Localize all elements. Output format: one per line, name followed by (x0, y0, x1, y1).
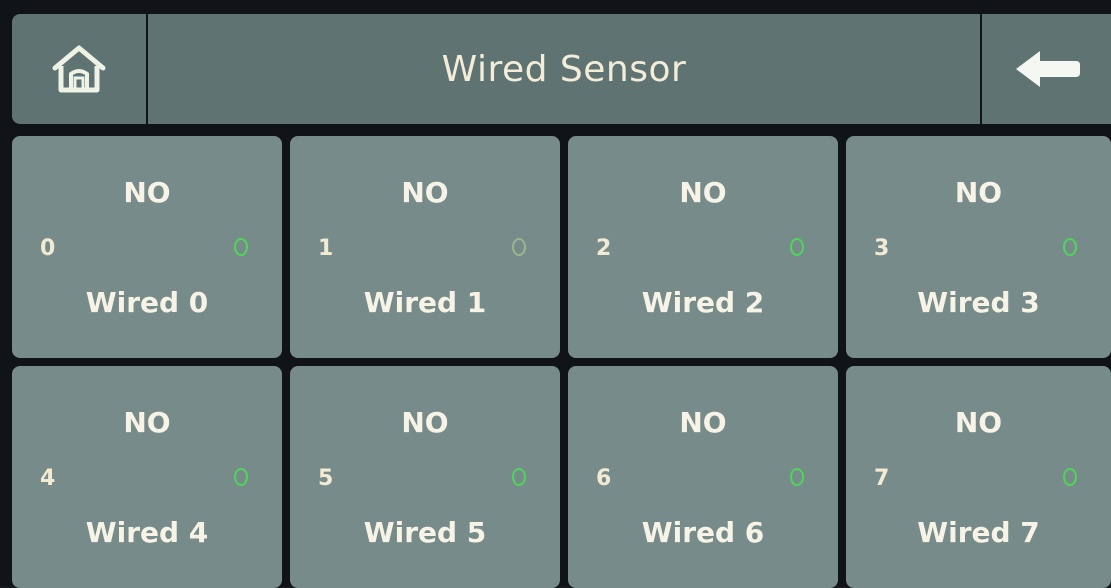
sensor-name: Wired 4 (85, 516, 209, 549)
sensor-tile-7[interactable]: NO 7 Wired 7 (846, 366, 1111, 588)
sensor-index: 0 (40, 236, 56, 261)
sensor-status: NO (123, 176, 171, 209)
sensor-index: 3 (874, 236, 890, 261)
status-indicator-icon (234, 238, 248, 256)
status-indicator-icon (790, 238, 804, 256)
sensor-tile-2[interactable]: NO 2 Wired 2 (568, 136, 838, 358)
sensor-name: Wired 2 (641, 286, 765, 319)
page-title: Wired Sensor (441, 48, 687, 90)
sensor-tile-0[interactable]: NO 0 Wired 0 (12, 136, 282, 358)
status-indicator-icon (512, 468, 526, 486)
sensor-index: 6 (596, 466, 612, 491)
sensor-name: Wired 6 (641, 516, 765, 549)
header-bar: Wired Sensor (12, 14, 1111, 124)
sensor-index: 5 (318, 466, 334, 491)
back-button[interactable] (982, 14, 1111, 124)
sensor-index: 7 (874, 466, 890, 491)
sensor-tile-3[interactable]: NO 3 Wired 3 (846, 136, 1111, 358)
sensor-index: 4 (40, 466, 56, 491)
sensor-name: Wired 3 (917, 286, 1040, 319)
sensor-status: NO (954, 176, 1003, 209)
sensor-grid: NO 0 Wired 0 NO 1 Wired 1 NO 2 Wired 2 N… (12, 136, 1111, 588)
sensor-tile-1[interactable]: NO 1 Wired 1 (290, 136, 560, 358)
sensor-status: NO (123, 406, 171, 439)
status-indicator-icon (512, 238, 526, 256)
status-indicator-icon (1063, 238, 1077, 256)
sensor-status: NO (954, 406, 1003, 439)
sensor-name: Wired 7 (917, 516, 1040, 549)
sensor-index: 1 (318, 236, 334, 261)
sensor-name: Wired 0 (85, 286, 209, 319)
sensor-index: 2 (596, 236, 612, 261)
sensor-status: NO (679, 406, 727, 439)
screen: Wired Sensor NO 0 Wired 0 NO 1 Wired 1 N… (0, 0, 1111, 588)
sensor-name: Wired 1 (363, 286, 487, 319)
status-indicator-icon (1063, 468, 1077, 486)
sensor-tile-6[interactable]: NO 6 Wired 6 (568, 366, 838, 588)
title-panel: Wired Sensor (148, 14, 980, 124)
home-icon (52, 45, 106, 93)
status-indicator-icon (790, 468, 804, 486)
sensor-status: NO (401, 176, 449, 209)
sensor-name: Wired 5 (363, 516, 487, 549)
sensor-status: NO (401, 406, 449, 439)
back-arrow-icon (1016, 51, 1080, 87)
sensor-tile-5[interactable]: NO 5 Wired 5 (290, 366, 560, 588)
status-indicator-icon (234, 468, 248, 486)
sensor-status: NO (679, 176, 727, 209)
sensor-tile-4[interactable]: NO 4 Wired 4 (12, 366, 282, 588)
home-button[interactable] (12, 14, 146, 124)
